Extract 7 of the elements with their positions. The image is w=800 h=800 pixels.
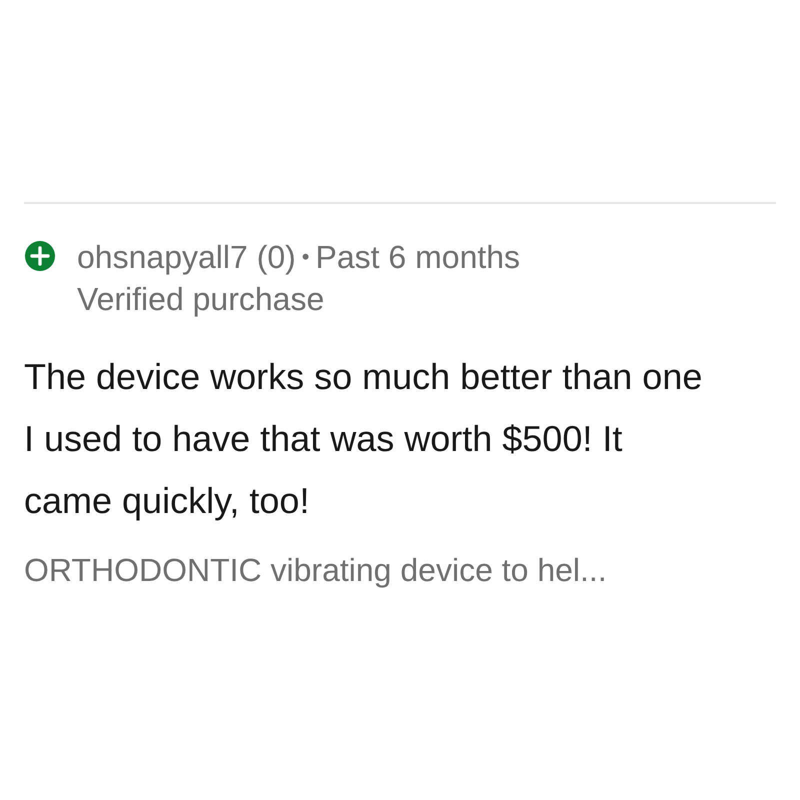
separator-dot: • xyxy=(302,243,310,271)
plus-icon xyxy=(24,240,56,272)
item-title-link[interactable]: ORTHODONTIC vibrating device to hel... xyxy=(24,552,607,588)
reviewer-name[interactable]: ohsnapyall7 (0) xyxy=(77,236,296,278)
review-date: Past 6 months xyxy=(316,238,520,277)
verified-purchase-label: Verified purchase xyxy=(77,280,326,319)
review-text: The device works so much better than one I used to have that was worth $500! It came quickly, too! xyxy=(24,355,704,523)
